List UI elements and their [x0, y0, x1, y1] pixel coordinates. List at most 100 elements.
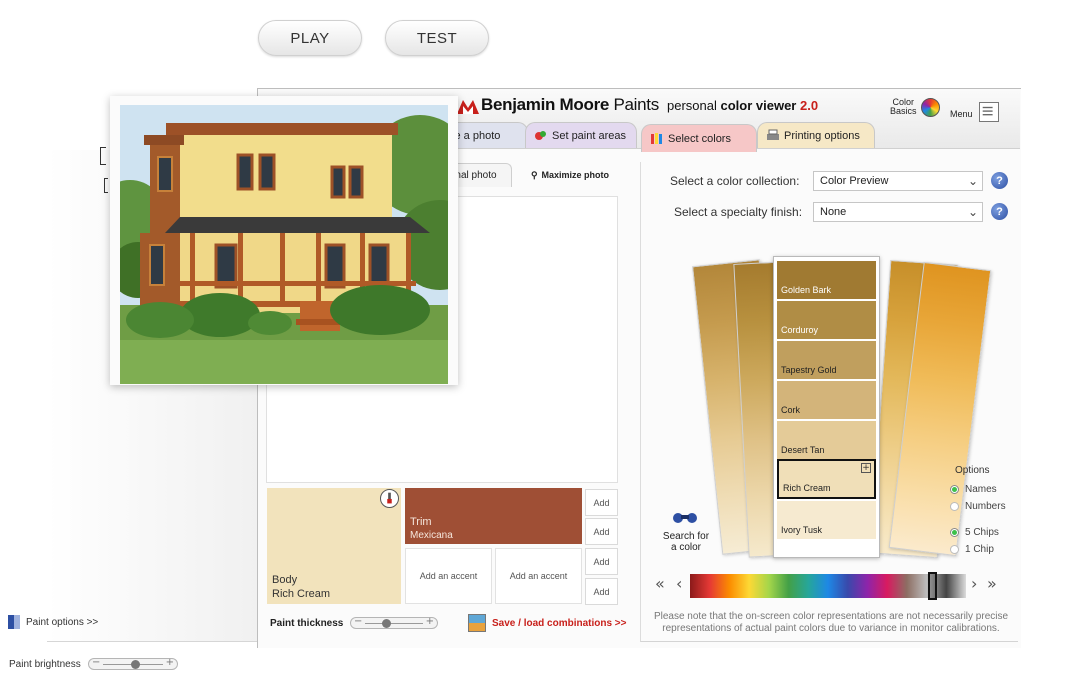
brand-title: Benjamin Moore Paints: [481, 95, 659, 114]
printer-icon: [767, 129, 779, 140]
chip-name: Ivory Tusk: [781, 525, 823, 535]
color-chip[interactable]: Cork: [777, 381, 876, 419]
specialty-finish-select[interactable]: None ⌄: [813, 202, 983, 222]
option-1-chip[interactable]: 1 Chip: [950, 544, 994, 555]
paint-options-icon[interactable]: [8, 615, 20, 629]
help-icon[interactable]: ?: [991, 172, 1008, 189]
paintbrush-icon[interactable]: [380, 489, 399, 508]
spectrum-last-button[interactable]: »: [987, 574, 997, 593]
specialty-finish-label: Select a specialty finish:: [674, 205, 803, 219]
test-button[interactable]: TEST: [385, 20, 489, 56]
body-swatch[interactable]: Body Rich Cream: [267, 488, 401, 604]
app-title: personal color viewer 2.0: [667, 98, 819, 113]
slider-knob[interactable]: [382, 619, 392, 628]
paint-thickness-slider[interactable]: − +: [350, 616, 438, 629]
spectrum-position-marker[interactable]: [928, 572, 937, 600]
color-chip-strip: Golden Bark Corduroy Tapestry Gold Cork …: [773, 256, 880, 558]
save-load-combinations-link[interactable]: Save / load combinations >>: [492, 618, 627, 629]
search-for-color-button[interactable]: Search for a color: [658, 531, 714, 553]
paint-area-icon: [535, 131, 546, 140]
fan-deck-icon: [651, 133, 662, 144]
option-label: Names: [965, 484, 997, 495]
slider-plus[interactable]: +: [426, 616, 434, 627]
menu-icon[interactable]: [979, 102, 999, 122]
paint-options-link[interactable]: Paint options >>: [26, 617, 98, 628]
color-chip[interactable]: Tapestry Gold: [777, 341, 876, 379]
house-photo: [120, 105, 448, 384]
chip-name: Rich Cream: [783, 483, 831, 493]
tab-maximize-photo[interactable]: ⚲ Maximize photo: [520, 163, 620, 187]
radio-icon[interactable]: [950, 545, 959, 554]
select-value: Color Preview: [820, 175, 889, 187]
crop-mark: [104, 178, 108, 193]
tab-label: Maximize photo: [541, 170, 610, 180]
trim-color-name: Mexicana: [410, 530, 453, 541]
chip-name: Tapestry Gold: [781, 365, 837, 375]
color-collection-select[interactable]: Color Preview ⌄: [813, 171, 983, 191]
chip-name: Golden Bark: [781, 285, 832, 295]
color-collection-label: Select a color collection:: [670, 174, 800, 188]
option-label: Numbers: [965, 501, 1006, 512]
radio-icon[interactable]: [950, 502, 959, 511]
color-basics-button[interactable]: Color Basics: [890, 98, 917, 116]
tab-label: Select colors: [668, 132, 731, 145]
option-label: 5 Chips: [965, 527, 999, 538]
chip-name: Cork: [781, 405, 801, 415]
color-chip[interactable]: Ivory Tusk: [777, 501, 876, 539]
slider-knob[interactable]: [131, 660, 141, 669]
menu-button[interactable]: Menu: [950, 110, 973, 119]
add-button[interactable]: Add: [585, 548, 618, 575]
spectrum-prev-button[interactable]: ‹: [676, 574, 682, 593]
tab-set-paint-areas[interactable]: Set paint areas: [525, 122, 637, 148]
trim-label: Trim: [410, 516, 432, 528]
add-button[interactable]: Add: [585, 518, 618, 545]
radio-selected-icon[interactable]: [950, 528, 959, 537]
slider-minus[interactable]: −: [354, 616, 362, 627]
crop-mark: [100, 147, 106, 165]
slider-minus[interactable]: −: [92, 657, 100, 668]
color-disclaimer: Please note that the on-screen color rep…: [653, 611, 1009, 634]
spectrum-next-button[interactable]: ›: [971, 574, 977, 593]
accent-swatch-2[interactable]: Add an accent: [495, 548, 582, 604]
option-label: 1 Chip: [965, 544, 994, 555]
tab-label: Printing options: [784, 129, 860, 142]
tab-printing-options[interactable]: Printing options: [757, 122, 875, 148]
plus-icon[interactable]: +: [861, 463, 871, 473]
slider-track: [365, 623, 423, 624]
color-wheel-icon[interactable]: [921, 98, 940, 117]
body-label: Body: [272, 574, 298, 586]
tab-select-colors[interactable]: Select colors: [641, 124, 757, 152]
option-numbers[interactable]: Numbers: [950, 501, 1006, 512]
chevron-down-icon: ⌄: [967, 205, 978, 219]
slider-plus[interactable]: +: [166, 657, 174, 668]
accent-swatch-1[interactable]: Add an accent: [405, 548, 492, 604]
color-chip[interactable]: Desert Tan: [777, 421, 876, 459]
save-combinations-icon[interactable]: [468, 614, 486, 632]
option-names[interactable]: Names: [950, 484, 997, 495]
magnifier-icon: ⚲: [530, 169, 538, 180]
color-spectrum-bar[interactable]: [690, 574, 966, 598]
body-color-name: Rich Cream: [272, 588, 331, 600]
spectrum-first-button[interactable]: «: [655, 574, 665, 593]
add-button[interactable]: Add: [585, 578, 618, 605]
help-icon[interactable]: ?: [991, 203, 1008, 220]
chip-name: Corduroy: [781, 325, 819, 335]
trim-swatch[interactable]: Trim Mexicana: [405, 488, 582, 544]
benjamin-moore-logo-icon: [457, 100, 479, 114]
option-5-chips[interactable]: 5 Chips: [950, 527, 999, 538]
options-title: Options: [955, 465, 990, 476]
add-button[interactable]: Add: [585, 489, 618, 516]
color-chip[interactable]: Corduroy: [777, 301, 876, 339]
binoculars-icon[interactable]: [671, 510, 699, 524]
color-chip[interactable]: Golden Bark: [777, 261, 876, 299]
play-button[interactable]: PLAY: [258, 20, 362, 56]
chip-name: Desert Tan: [781, 445, 825, 455]
select-value: None: [820, 206, 847, 218]
color-chip-selected[interactable]: Rich Cream +: [777, 459, 876, 499]
chevron-down-icon: ⌄: [967, 174, 978, 188]
radio-selected-icon[interactable]: [950, 485, 959, 494]
paint-thickness-label: Paint thickness: [270, 618, 344, 629]
tab-label: Set paint areas: [552, 129, 626, 142]
paint-brightness-slider[interactable]: − +: [88, 657, 178, 670]
paint-brightness-label: Paint brightness: [9, 659, 81, 670]
